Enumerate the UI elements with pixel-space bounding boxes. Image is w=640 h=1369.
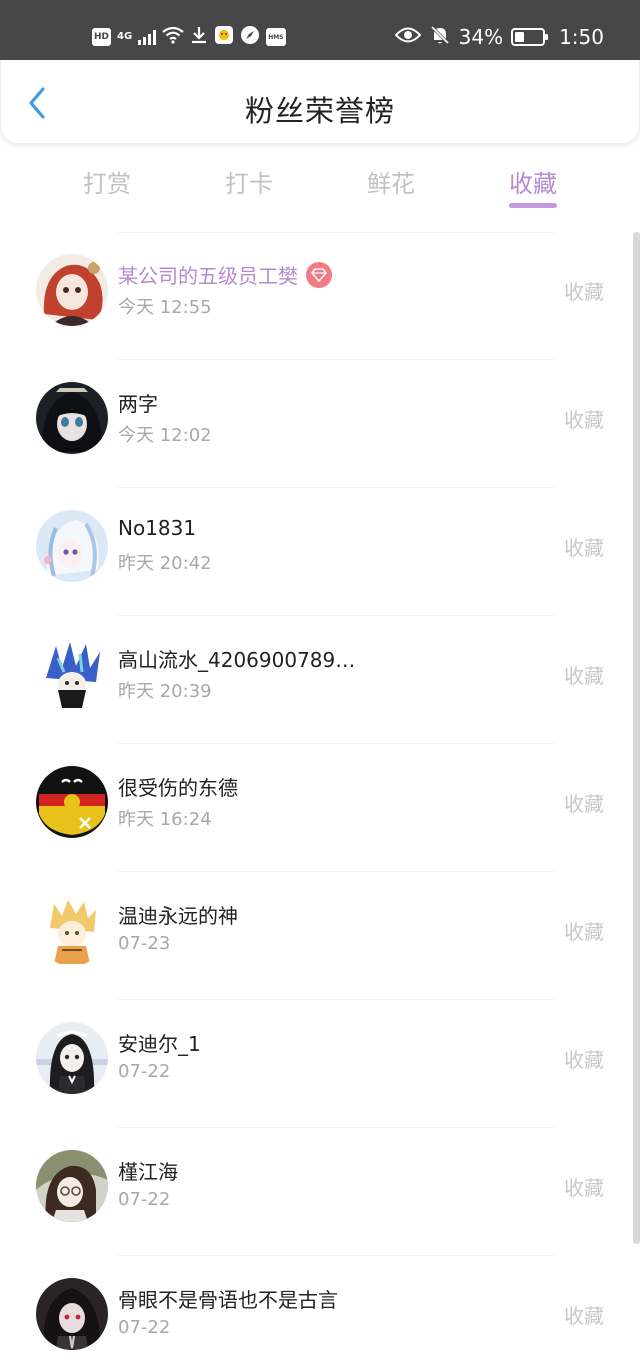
list-item[interactable]: 某公司的五级员工樊 今天 12:55 收藏 xyxy=(0,232,630,360)
timestamp: 昨天 16:24 xyxy=(118,809,212,830)
download-icon xyxy=(190,26,208,48)
user-name: 两字 xyxy=(118,392,158,416)
timestamp: 今天 12:02 xyxy=(118,425,212,446)
bell-off-icon xyxy=(429,24,451,51)
avatar[interactable] xyxy=(36,766,108,838)
scroll-thumb[interactable] xyxy=(633,232,640,1244)
list-item[interactable]: 很受伤的东德 昨天 16:24 收藏 xyxy=(0,744,630,872)
header: 粉丝荣誉榜 xyxy=(0,60,640,144)
action-tag: 收藏 xyxy=(564,664,604,688)
status-bar: HD 4G HMS 34% 1:50 xyxy=(0,0,640,60)
battery-percent: 34% xyxy=(458,25,504,49)
status-icons-right: 34% 1:50 xyxy=(394,22,604,52)
list-item[interactable]: No1831 昨天 20:42 收藏 xyxy=(0,488,630,616)
name-wrap: 某公司的五级员工樊 xyxy=(118,260,332,289)
fan-list: 某公司的五级员工樊 今天 12:55 收藏 两字 今天 12:02 收藏 No1… xyxy=(0,232,640,1369)
action-tag: 收藏 xyxy=(564,536,604,560)
name-wrap: 温迪永远的神 xyxy=(118,900,238,929)
list-item[interactable]: 槿江海 07-22 收藏 xyxy=(0,1128,630,1256)
action-tag: 收藏 xyxy=(564,920,604,944)
hd-icon: HD xyxy=(92,28,112,46)
signal-icon xyxy=(138,29,157,45)
page-title: 粉丝荣誉榜 xyxy=(244,94,395,128)
timestamp: 昨天 20:42 xyxy=(118,553,212,574)
user-name: 温迪永远的神 xyxy=(118,904,238,928)
eye-icon xyxy=(394,25,421,49)
tab-favorite[interactable]: 收藏 xyxy=(473,164,593,199)
tab-checkin[interactable]: 打卡 xyxy=(189,164,309,199)
avatar[interactable] xyxy=(36,510,108,582)
tab-bar: 打赏 打卡 鲜花 收藏 xyxy=(36,160,604,216)
avatar[interactable] xyxy=(36,1150,108,1222)
user-name: 很受伤的东德 xyxy=(118,776,238,800)
scrollbar[interactable] xyxy=(631,232,640,1369)
timestamp: 07-22 xyxy=(118,1061,171,1082)
network-type-icon: 4G xyxy=(117,31,133,42)
action-tag: 收藏 xyxy=(564,1048,604,1072)
tab-active-indicator xyxy=(509,203,557,208)
list-item[interactable]: 安迪尔_1 07-22 收藏 xyxy=(0,1000,630,1128)
avatar[interactable] xyxy=(36,382,108,454)
name-wrap: 骨眼不是骨语也不是古言 xyxy=(118,1284,338,1313)
avatar[interactable] xyxy=(36,638,108,710)
avatar[interactable] xyxy=(36,894,108,966)
action-tag: 收藏 xyxy=(564,408,604,432)
action-tag: 收藏 xyxy=(564,1176,604,1200)
app-notification-icon xyxy=(214,25,234,49)
name-wrap: No1831 xyxy=(118,516,196,540)
user-name: 某公司的五级员工樊 xyxy=(118,264,298,288)
diamond-icon xyxy=(306,261,332,288)
name-wrap: 槿江海 xyxy=(118,1156,178,1185)
compass-icon xyxy=(240,25,260,49)
user-name: 骨眼不是骨语也不是古言 xyxy=(118,1288,338,1312)
wifi-icon xyxy=(162,26,184,48)
name-wrap: 安迪尔_1 xyxy=(118,1028,201,1057)
user-name: No1831 xyxy=(118,516,197,540)
hms-icon: HMS xyxy=(266,28,286,46)
tab-flower[interactable]: 鲜花 xyxy=(331,164,451,199)
name-wrap: 高山流水_4206900789… xyxy=(118,644,355,673)
name-wrap: 两字 xyxy=(118,388,158,417)
battery-icon xyxy=(511,28,549,46)
timestamp: 07-22 xyxy=(118,1189,171,1210)
clock: 1:50 xyxy=(559,25,604,49)
status-icons-left: HD 4G HMS xyxy=(92,24,286,50)
user-name: 安迪尔_1 xyxy=(118,1032,201,1056)
avatar[interactable] xyxy=(36,1278,108,1350)
user-name: 高山流水_4206900789… xyxy=(118,648,356,672)
avatar[interactable] xyxy=(36,1022,108,1094)
avatar[interactable] xyxy=(36,254,108,326)
action-tag: 收藏 xyxy=(564,1304,604,1328)
timestamp: 昨天 20:39 xyxy=(118,681,212,702)
timestamp: 今天 12:55 xyxy=(118,297,212,318)
list-item[interactable]: 骨眼不是骨语也不是古言 07-22 收藏 xyxy=(0,1256,630,1369)
action-tag: 收藏 xyxy=(564,280,604,304)
list-item[interactable]: 高山流水_4206900789… 昨天 20:39 收藏 xyxy=(0,616,630,744)
action-tag: 收藏 xyxy=(564,792,604,816)
list-item[interactable]: 两字 今天 12:02 收藏 xyxy=(0,360,630,488)
tab-reward[interactable]: 打赏 xyxy=(47,164,167,199)
timestamp: 07-23 xyxy=(118,933,171,954)
name-wrap: 很受伤的东德 xyxy=(118,772,238,801)
list-item[interactable]: 温迪永远的神 07-23 收藏 xyxy=(0,872,630,1000)
battery-level xyxy=(515,32,525,42)
timestamp: 07-22 xyxy=(118,1317,171,1338)
user-name: 槿江海 xyxy=(118,1160,178,1184)
